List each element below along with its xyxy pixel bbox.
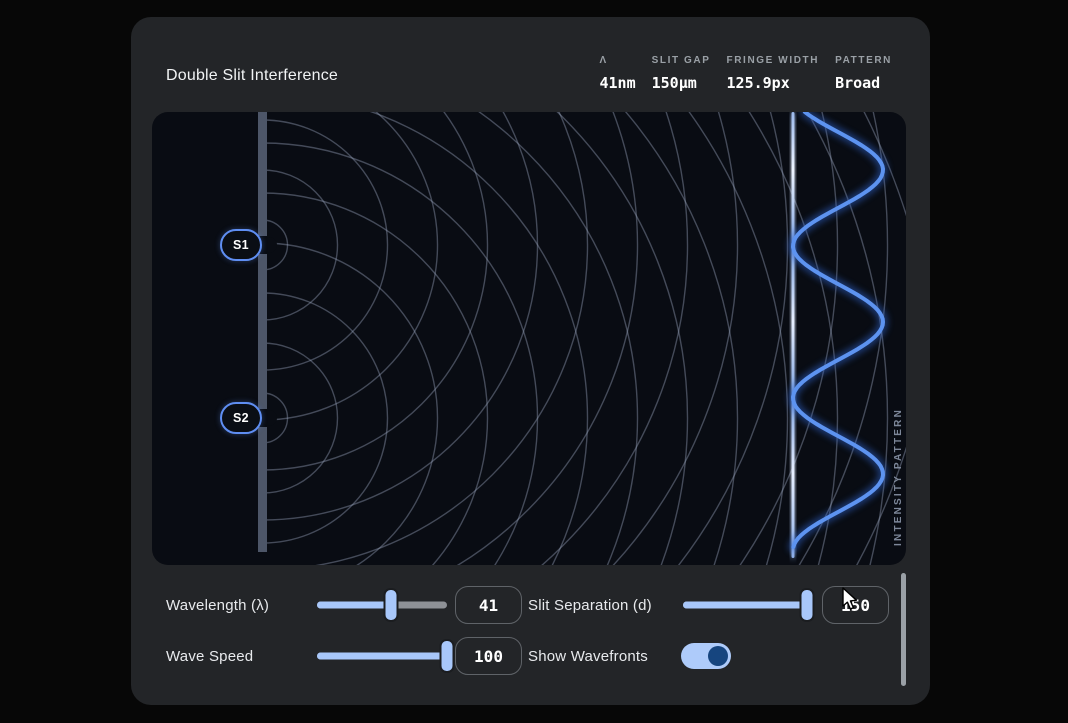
stat-slit-gap-value: 150μm xyxy=(652,74,697,92)
stat-fringe-width-value: 125.9px xyxy=(727,74,790,92)
stat-wavelength-label: Λ xyxy=(599,55,607,67)
slit-1-opening xyxy=(261,237,277,253)
slit-barrier xyxy=(258,112,267,552)
slit-separation-value-box[interactable] xyxy=(822,586,889,624)
intensity-curve xyxy=(793,112,883,547)
wave-speed-slider[interactable] xyxy=(317,635,447,677)
slit-1-badge: S1 xyxy=(220,229,262,261)
stat-pattern-label: PATTERN xyxy=(835,55,892,67)
wave-speed-value-box[interactable] xyxy=(455,637,522,675)
stat-slit-gap-label: SLIT GAP xyxy=(652,55,711,67)
page-title: Double Slit Interference xyxy=(166,66,338,86)
slit-2-label: S2 xyxy=(233,411,249,425)
app-panel: Double Slit Interference Λ 41nm SLIT GAP… xyxy=(131,17,930,705)
wavelength-input[interactable] xyxy=(456,587,521,623)
wave-speed-label: Wave Speed xyxy=(166,635,253,677)
simulation-canvas: S1 S2 INTENSITY PATTERN xyxy=(152,112,906,565)
slit-separation-input[interactable] xyxy=(823,587,888,623)
show-wavefronts-toggle[interactable] xyxy=(681,643,731,669)
show-wavefronts-label: Show Wavefronts xyxy=(528,635,648,677)
screen: Double Slit Interference Λ 41nm SLIT GAP… xyxy=(0,0,1068,723)
wave-speed-input[interactable] xyxy=(456,638,521,674)
wavelength-slider-track[interactable] xyxy=(317,602,447,609)
wavelength-slider[interactable] xyxy=(317,584,447,626)
stats-readout: Λ 41nm SLIT GAP 150μm FRINGE WIDTH 125.9… xyxy=(599,55,892,92)
toggle-knob xyxy=(708,646,728,666)
slit-2-opening xyxy=(261,410,277,426)
wave-visualization xyxy=(152,112,906,565)
detection-screen-line xyxy=(792,112,795,558)
slit-separation-slider-thumb[interactable] xyxy=(800,588,815,622)
stat-slit-gap: SLIT GAP 150μm xyxy=(652,55,711,92)
slit-2-badge: S2 xyxy=(220,402,262,434)
wavelength-value-box[interactable] xyxy=(455,586,522,624)
wavelength-label: Wavelength (λ) xyxy=(166,584,269,626)
stat-wavelength-value: 41nm xyxy=(599,74,635,92)
stat-fringe-width: FRINGE WIDTH 125.9px xyxy=(727,55,820,92)
wavelength-slider-thumb[interactable] xyxy=(384,588,399,622)
slit-separation-label: Slit Separation (d) xyxy=(528,584,652,626)
stat-pattern: PATTERN Broad xyxy=(835,55,892,92)
wave-speed-slider-thumb[interactable] xyxy=(440,639,455,673)
intensity-curve-glow xyxy=(793,112,883,547)
panel-scrollbar[interactable] xyxy=(901,573,906,686)
slit-separation-slider-track[interactable] xyxy=(683,602,807,609)
stat-pattern-value: Broad xyxy=(835,74,880,92)
slit-1-label: S1 xyxy=(233,238,249,252)
slit-separation-slider[interactable] xyxy=(683,584,807,626)
wave-speed-slider-track[interactable] xyxy=(317,653,447,660)
stat-wavelength: Λ 41nm xyxy=(599,55,635,92)
stat-fringe-width-label: FRINGE WIDTH xyxy=(727,55,820,67)
intensity-pattern-label: INTENSITY PATTERN xyxy=(893,407,904,545)
